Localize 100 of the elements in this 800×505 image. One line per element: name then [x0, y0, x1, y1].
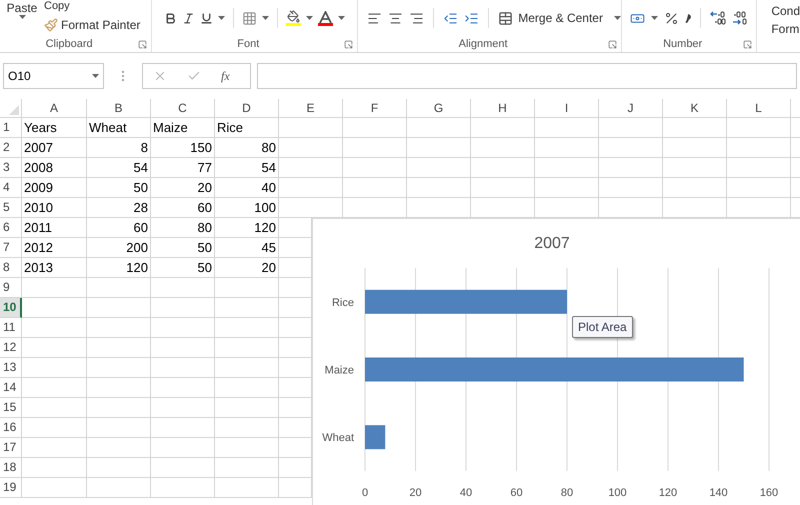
bar[interactable]	[365, 290, 567, 314]
increase-indent-icon[interactable]	[464, 10, 480, 26]
column-header[interactable]: F	[343, 99, 407, 118]
table-cell[interactable]: 2011	[22, 218, 87, 238]
fill-color-icon[interactable]	[286, 10, 302, 26]
table-cell[interactable]	[407, 118, 471, 138]
table-cell[interactable]: 50	[87, 178, 151, 198]
italic-icon[interactable]	[182, 12, 196, 24]
table-cell[interactable]	[279, 118, 343, 138]
row-header[interactable]: 14	[0, 378, 22, 398]
table-cell[interactable]	[22, 358, 87, 378]
row-header[interactable]: 12	[0, 338, 22, 358]
table-cell[interactable]: 28	[87, 198, 151, 218]
table-cell[interactable]: 54	[87, 158, 151, 178]
table-cell[interactable]: Wheat	[87, 118, 151, 138]
table-cell[interactable]	[87, 478, 151, 498]
table-cell[interactable]: 60	[151, 198, 215, 218]
table-cell[interactable]	[471, 158, 535, 178]
table-cell[interactable]	[535, 178, 599, 198]
table-cell[interactable]	[22, 338, 87, 358]
table-cell[interactable]	[22, 318, 87, 338]
row-header[interactable]: 6	[0, 218, 22, 238]
select-all-corner[interactable]	[0, 99, 22, 118]
table-cell[interactable]: Years	[22, 118, 87, 138]
table-cell[interactable]: 2009	[22, 178, 87, 198]
table-cell[interactable]: 2008	[22, 158, 87, 178]
table-cell[interactable]: 45	[215, 238, 279, 258]
table-cell[interactable]: 2007	[22, 138, 87, 158]
column-header[interactable]: J	[599, 99, 663, 118]
table-cell[interactable]: 200	[87, 238, 151, 258]
table-cell[interactable]	[215, 338, 279, 358]
table-cell[interactable]	[22, 278, 87, 298]
table-cell[interactable]	[727, 118, 791, 138]
table-cell[interactable]	[151, 338, 215, 358]
table-cell[interactable]	[22, 438, 87, 458]
table-cell[interactable]	[87, 458, 151, 478]
decrease-decimal-icon[interactable]	[732, 10, 748, 26]
row-header[interactable]: 3	[0, 158, 22, 178]
row-header[interactable]: 15	[0, 398, 22, 418]
table-cell[interactable]: 50	[151, 258, 215, 278]
table-cell[interactable]	[215, 298, 279, 318]
table-cell[interactable]	[151, 278, 215, 298]
table-cell[interactable]: 120	[87, 258, 151, 278]
table-cell[interactable]	[87, 278, 151, 298]
table-cell[interactable]	[151, 398, 215, 418]
caret-icon[interactable]	[262, 16, 270, 20]
table-cell[interactable]	[87, 338, 151, 358]
table-cell[interactable]	[727, 138, 791, 158]
table-cell[interactable]	[22, 378, 87, 398]
merge-center-button[interactable]: Merge & Center	[498, 9, 621, 27]
table-cell[interactable]	[535, 138, 599, 158]
paintbrush-icon[interactable]	[44, 18, 58, 32]
table-cell[interactable]	[22, 458, 87, 478]
increase-decimal-icon[interactable]	[710, 10, 726, 26]
column-header[interactable]: I	[535, 99, 599, 118]
column-header[interactable]: C	[151, 99, 215, 118]
table-cell[interactable]	[663, 138, 727, 158]
table-cell[interactable]: 2012	[22, 238, 87, 258]
row-header[interactable]: 10	[0, 298, 22, 318]
copy-button[interactable]: Copy	[44, 0, 140, 12]
table-cell[interactable]	[471, 118, 535, 138]
table-cell[interactable]	[471, 138, 535, 158]
table-cell[interactable]	[87, 398, 151, 418]
align-right-icon[interactable]	[409, 10, 424, 26]
table-cell[interactable]	[151, 298, 215, 318]
table-cell[interactable]	[22, 298, 87, 318]
table-cell[interactable]	[215, 418, 279, 438]
table-cell[interactable]: 80	[151, 218, 215, 238]
align-center-icon[interactable]	[388, 10, 404, 26]
row-header[interactable]: 11	[0, 318, 22, 338]
table-cell[interactable]: 50	[151, 238, 215, 258]
row-header[interactable]: 16	[0, 418, 22, 438]
table-cell[interactable]	[343, 158, 407, 178]
underline-icon[interactable]	[200, 12, 214, 24]
table-cell[interactable]: 60	[87, 218, 151, 238]
table-cell[interactable]	[215, 318, 279, 338]
table-cell[interactable]: 100	[215, 198, 279, 218]
table-cell[interactable]	[343, 178, 407, 198]
table-cell[interactable]	[279, 138, 343, 158]
column-header[interactable]: K	[663, 99, 727, 118]
font-color-icon[interactable]	[318, 10, 334, 26]
table-cell[interactable]: 54	[215, 158, 279, 178]
row-header[interactable]: 17	[0, 438, 22, 458]
table-cell[interactable]: Maize	[151, 118, 215, 138]
column-header[interactable]: G	[407, 99, 471, 118]
caret-icon[interactable]	[650, 16, 658, 20]
table-cell[interactable]: 120	[215, 218, 279, 238]
row-header[interactable]: 7	[0, 238, 22, 258]
table-cell[interactable]	[599, 118, 663, 138]
caret-icon[interactable]	[218, 16, 226, 20]
bar[interactable]	[365, 425, 386, 450]
row-header[interactable]: 4	[0, 178, 22, 198]
table-cell[interactable]	[343, 118, 407, 138]
table-cell[interactable]	[215, 478, 279, 498]
column-header[interactable]: E	[279, 99, 343, 118]
conditional-formatting-button[interactable]: Cond Form	[757, 0, 800, 52]
dialog-launcher-icon[interactable]	[743, 40, 752, 48]
table-cell[interactable]: 8	[87, 138, 151, 158]
column-header[interactable]: A	[22, 99, 87, 118]
row-header[interactable]: 5	[0, 198, 22, 218]
